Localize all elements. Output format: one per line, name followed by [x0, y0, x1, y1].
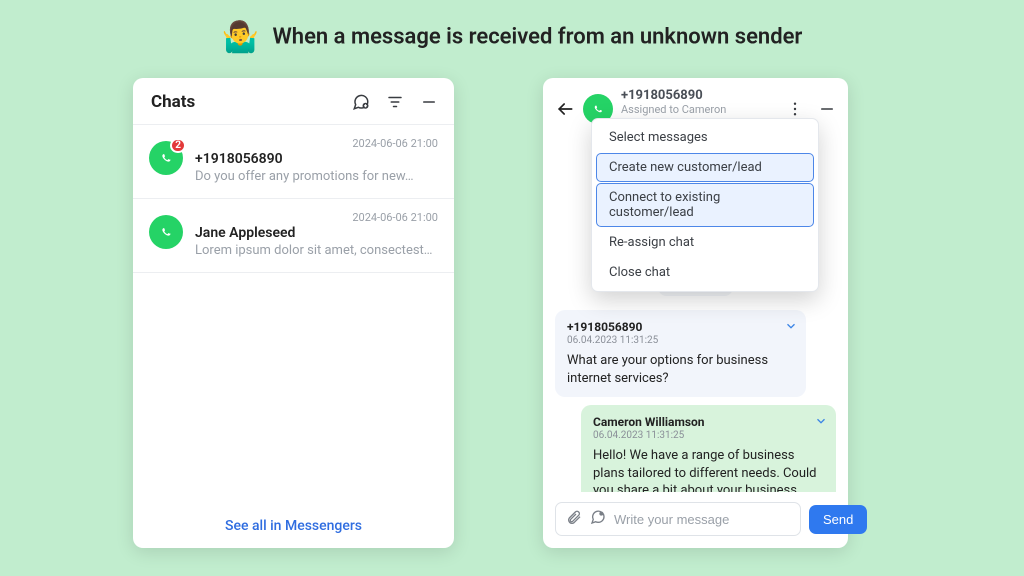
chat-preview: Do you offer any promotions for new… — [195, 169, 438, 184]
see-all-link[interactable]: See all in Messengers — [133, 504, 454, 548]
composer: Send — [543, 492, 848, 548]
whatsapp-avatar-icon: 2 — [149, 141, 183, 175]
menu-reassign-chat[interactable]: Re-assign chat — [596, 228, 814, 257]
menu-connect-customer[interactable]: Connect to existing customer/lead — [596, 183, 814, 227]
page-title-text: When a message is received from an unkno… — [272, 24, 802, 49]
conversation-phone: +1918056890 — [621, 88, 778, 103]
message-timestamp: 06.04.2023 11:31:25 — [593, 430, 824, 441]
chat-list: 2 2024-06-06 21:00 +1918056890 Do you of… — [133, 124, 454, 504]
chat-name: Jane Appleseed — [195, 225, 438, 241]
minimize-icon[interactable] — [818, 100, 836, 118]
message-input[interactable] — [614, 512, 790, 527]
filter-icon[interactable] — [386, 93, 404, 111]
chevron-down-icon[interactable] — [814, 413, 828, 432]
message-timestamp: 06.04.2023 11:31:25 — [567, 335, 794, 346]
incoming-message: +1918056890 06.04.2023 11:31:25 What are… — [555, 310, 806, 397]
outgoing-message: Cameron Williamson 06.04.2023 11:31:25 H… — [581, 405, 836, 492]
chevron-down-icon[interactable] — [784, 318, 798, 337]
chat-time: 2024-06-06 21:00 — [195, 211, 438, 224]
context-menu: Select messages Create new customer/lead… — [591, 118, 819, 292]
whatsapp-avatar-icon — [149, 215, 183, 249]
send-button[interactable]: Send — [809, 505, 867, 534]
chats-panel: Chats 2 2024-06-06 21:00 +1918056890 Do … — [133, 78, 454, 548]
kebab-menu-icon[interactable] — [786, 100, 804, 118]
new-chat-icon[interactable] — [352, 93, 370, 111]
chat-time: 2024-06-06 21:00 — [195, 137, 438, 150]
chats-header-actions — [352, 93, 438, 111]
chat-preview: Lorem ipsum dolor sit amet, consectest… — [195, 243, 438, 258]
message-sender: Cameron Williamson — [593, 415, 824, 429]
minimize-icon[interactable] — [420, 93, 438, 111]
chat-item-unknown[interactable]: 2 2024-06-06 21:00 +1918056890 Do you of… — [133, 124, 454, 198]
chat-item-known[interactable]: 2024-06-06 21:00 Jane Appleseed Lorem ip… — [133, 198, 454, 273]
attachment-icon[interactable] — [566, 509, 582, 529]
menu-create-customer[interactable]: Create new customer/lead — [596, 153, 814, 182]
quick-reply-icon[interactable] — [590, 509, 606, 529]
chat-name: +1918056890 — [195, 151, 438, 167]
message-body: What are your options for business inter… — [567, 352, 794, 387]
unread-badge: 2 — [170, 138, 186, 153]
shrug-emoji: 🤷‍♂️ — [222, 20, 259, 55]
back-arrow-icon[interactable] — [555, 99, 575, 119]
menu-close-chat[interactable]: Close chat — [596, 258, 814, 287]
menu-select-messages[interactable]: Select messages — [596, 123, 814, 152]
page-title: 🤷‍♂️ When a message is received from an … — [0, 20, 1024, 55]
conversation-panel: +1918056890 Assigned to Cameron Williams… — [543, 78, 848, 548]
composer-input-wrap — [555, 502, 801, 536]
message-sender: +1918056890 — [567, 320, 794, 334]
chats-header: Chats — [133, 78, 454, 124]
chats-heading: Chats — [151, 92, 352, 112]
message-body: Hello! We have a range of business plans… — [593, 447, 824, 492]
